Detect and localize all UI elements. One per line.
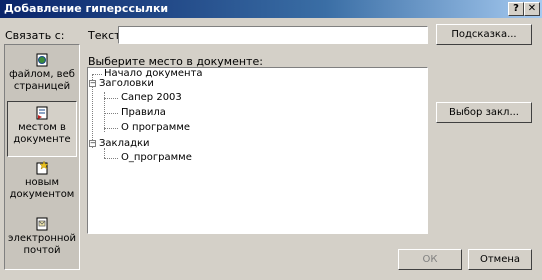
tree-node-heading-item[interactable]: Сапер 2003 [121, 92, 182, 104]
link-to-new-document-label-1: новым [25, 177, 59, 188]
tree-node-bookmarks[interactable]: Закладки [99, 138, 150, 150]
text-input[interactable] [118, 26, 428, 44]
tree-connector [104, 128, 118, 129]
title-bar: Добавление гиперссылки ? ✕ [0, 0, 542, 18]
screentip-button[interactable]: Подсказка... [436, 24, 532, 45]
link-to-email[interactable]: электронной почтой [7, 213, 77, 269]
link-to-document-place[interactable]: местом в документе [7, 101, 77, 157]
tree-node-heading-item[interactable]: Правила [121, 107, 166, 119]
link-to-panel: файлом, веб страницей местом в документе… [4, 44, 80, 270]
tree-connector [104, 98, 118, 99]
close-button[interactable]: ✕ [524, 2, 540, 16]
hyperlink-dialog: Добавление гиперссылки ? ✕ Связать с: фа… [0, 0, 542, 280]
link-to-email-label-1: электронной [7, 233, 77, 244]
help-button[interactable]: ? [508, 2, 524, 16]
tree-connector [92, 74, 102, 75]
link-to-label: Связать с: [5, 29, 65, 42]
link-to-new-document-label-2: документом [9, 189, 75, 200]
document-place-icon [36, 106, 48, 120]
tree-connector [104, 113, 118, 114]
web-page-icon [36, 53, 48, 67]
link-to-document-place-label-2: документе [13, 134, 71, 145]
ok-button[interactable]: ОК [398, 249, 462, 270]
collapse-icon[interactable]: − [89, 140, 96, 147]
document-place-tree[interactable]: Начало документа − Заголовки Сапер 2003 … [87, 67, 428, 234]
cancel-button[interactable]: Отмена [468, 249, 532, 270]
link-to-new-document[interactable]: новым документом [7, 157, 77, 213]
link-to-web-page-label-2: страницей [13, 81, 71, 92]
bookmark-button[interactable]: Выбор закл... [436, 102, 532, 123]
link-to-document-place-label-1: местом в [18, 122, 66, 133]
new-document-icon [36, 161, 49, 175]
link-to-web-page[interactable]: файлом, веб страницей [7, 49, 77, 105]
tree-node-headings[interactable]: Заголовки [99, 78, 154, 90]
tree-node-bookmark-item[interactable]: О_программе [121, 152, 192, 164]
link-to-web-page-label-1: файлом, веб [9, 69, 75, 80]
email-icon [36, 217, 48, 231]
collapse-icon[interactable]: − [89, 80, 96, 87]
tree-node-heading-item[interactable]: О программе [121, 122, 190, 134]
window-title: Добавление гиперссылки [4, 2, 169, 15]
tree-connector [104, 158, 118, 159]
link-to-email-label-2: почтой [23, 245, 61, 256]
